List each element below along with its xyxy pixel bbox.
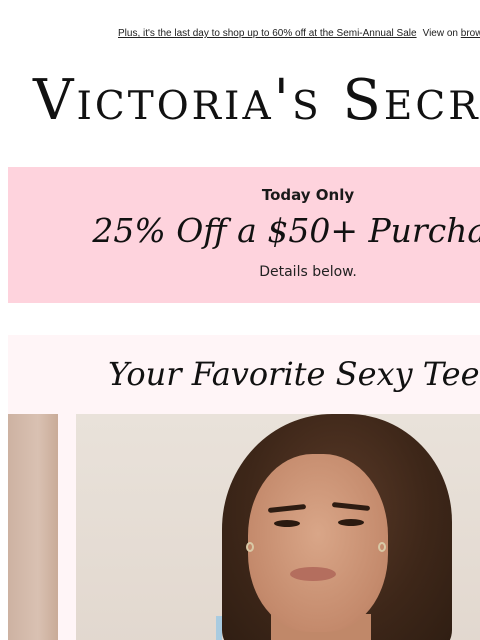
model-right-eye bbox=[338, 519, 364, 526]
preheader-inner: Plus, it's the last day to shop up to 60… bbox=[118, 28, 480, 39]
model-lips bbox=[290, 567, 336, 581]
view-on-label: View on bbox=[422, 28, 458, 39]
tee-styles-section: Your Favorite Sexy Tee Styles bbox=[8, 335, 480, 640]
model-right-earring bbox=[378, 542, 386, 552]
model-left-eye bbox=[274, 520, 300, 527]
model-left-earring bbox=[246, 542, 254, 552]
email-viewport: Plus, it's the last day to shop up to 60… bbox=[0, 0, 480, 640]
semi-annual-sale-link[interactable]: Plus, it's the last day to shop up to 60… bbox=[118, 28, 417, 39]
promo-headline: 25% Off a $50+ Purchase bbox=[92, 211, 480, 250]
view-in-browser-link[interactable]: browser bbox=[461, 28, 480, 39]
logo-area: Victoria's Secret bbox=[0, 66, 480, 136]
promo-banner[interactable]: Today Only 25% Off a $50+ Purchase Detai… bbox=[8, 167, 480, 303]
preheader-bar: Plus, it's the last day to shop up to 60… bbox=[0, 27, 480, 41]
carousel-prev-image[interactable] bbox=[8, 414, 58, 640]
model-top-strap bbox=[216, 616, 222, 640]
promo-eyebrow: Today Only bbox=[261, 186, 355, 204]
model-hero-image[interactable] bbox=[76, 414, 480, 640]
promo-details: Details below. bbox=[259, 264, 357, 280]
model-face bbox=[248, 454, 388, 632]
brand-logo[interactable]: Victoria's Secret bbox=[33, 68, 480, 134]
section-title: Your Favorite Sexy Tee Styles bbox=[108, 355, 480, 393]
